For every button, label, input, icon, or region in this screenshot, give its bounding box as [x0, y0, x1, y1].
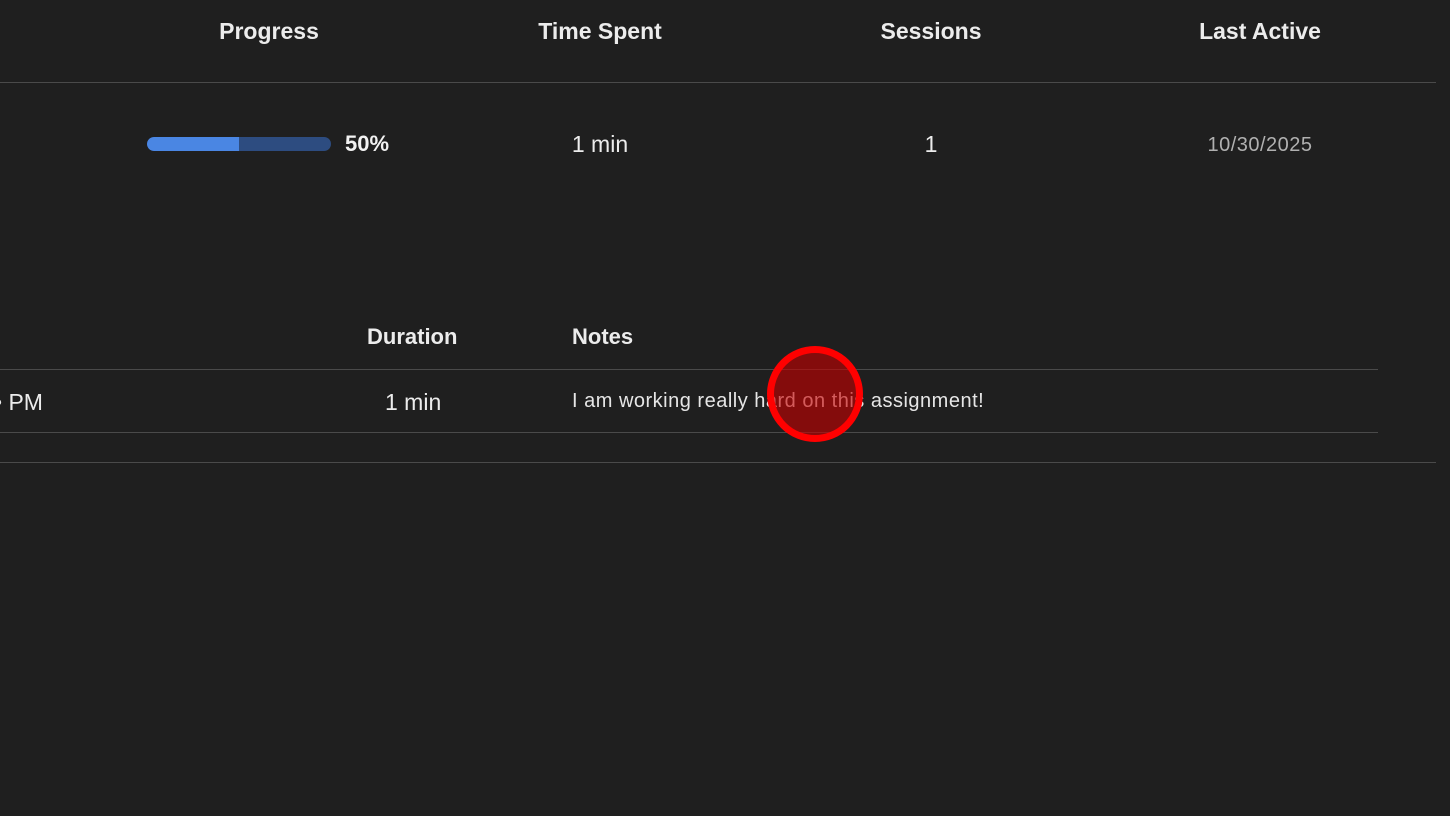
session-notes: I am working really hard on this assignm…: [572, 390, 985, 412]
session-time-text: PM: [8, 389, 43, 415]
header-sessions[interactable]: Sessions: [881, 18, 982, 45]
header-progress[interactable]: Progress: [219, 18, 319, 45]
progress-percent: 50%: [345, 131, 390, 156]
expanded-section-divider: [0, 462, 1436, 463]
session-row-divider: [0, 432, 1378, 433]
subheader-divider: [0, 369, 1378, 370]
progress-bar-fill: [147, 137, 239, 151]
header-divider: [0, 82, 1436, 83]
progress-bar: [147, 137, 331, 151]
last-active-value: 10/30/2025: [1207, 134, 1313, 156]
sessions-value: 1: [924, 131, 938, 157]
subheader-notes: Notes: [572, 324, 634, 349]
time-spent-value: 1 min: [571, 131, 629, 157]
student-progress-panel: Progress Time Spent Sessions Last Active…: [0, 0, 1450, 816]
session-duration: 1 min: [385, 389, 442, 415]
header-last-active[interactable]: Last Active: [1199, 18, 1321, 45]
subheader-duration: Duration: [367, 324, 458, 349]
session-time-fragment: • PM: [0, 389, 43, 416]
header-time-spent[interactable]: Time Spent: [538, 18, 662, 45]
